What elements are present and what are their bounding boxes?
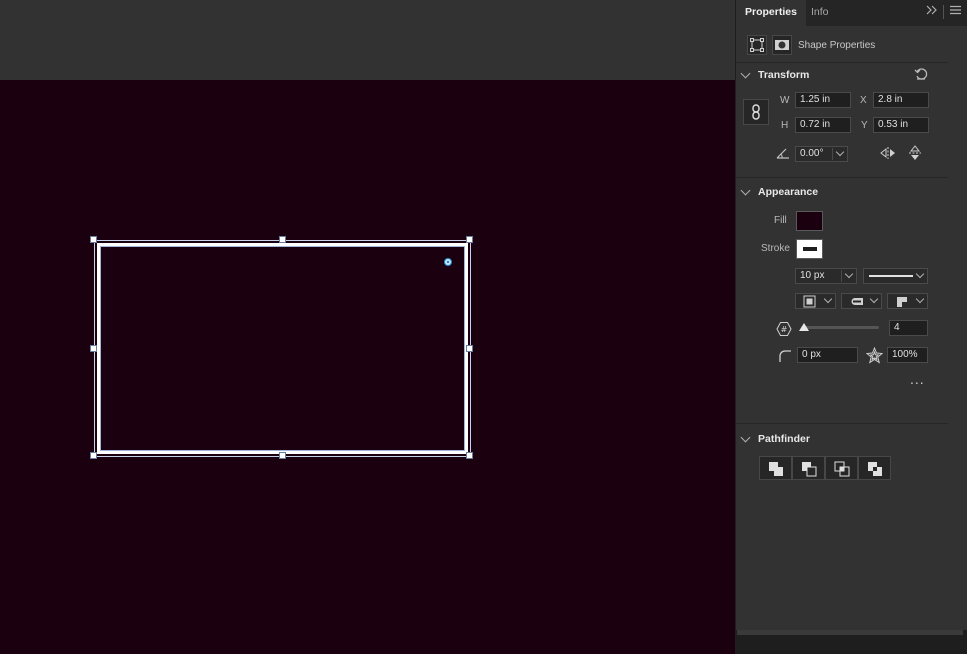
appearance-title: Appearance [758, 186, 819, 198]
stroke-width-value: 10 px [800, 270, 825, 281]
panel-scroll-area [735, 630, 967, 654]
chevron-down-icon [915, 269, 925, 279]
divider [736, 423, 948, 424]
handle-top-left[interactable] [90, 236, 97, 243]
height-input[interactable]: 0.72 in [795, 117, 851, 133]
double-chevron-right-icon[interactable] [926, 4, 938, 18]
rotation-angle-dropdown[interactable]: 0.00° [795, 146, 848, 162]
transform-title: Transform [758, 69, 810, 81]
handle-top-right[interactable] [466, 236, 473, 243]
x-input[interactable]: 2.8 in [873, 92, 929, 108]
chevron-down-icon [823, 294, 833, 304]
handle-bottom-left[interactable] [90, 452, 97, 459]
pathfinder-collapse-icon[interactable] [740, 432, 751, 443]
shape-mask-button[interactable] [772, 35, 792, 55]
polygon-sides-icon: # [776, 321, 792, 340]
rectangle-stroke [97, 243, 468, 454]
reset-transform-icon[interactable] [914, 67, 928, 84]
corner-radius-icon [778, 349, 792, 366]
flip-horizontal-icon[interactable] [880, 146, 896, 163]
handle-middle-right[interactable] [466, 345, 473, 352]
selected-rectangle[interactable] [94, 240, 471, 457]
rotation-angle-value: 0.00° [800, 148, 824, 159]
stroke-swatch[interactable] [796, 239, 823, 259]
transform-bounds-button[interactable] [747, 35, 767, 55]
chevron-down-icon [915, 294, 925, 304]
stroke-label: Stroke [761, 243, 790, 254]
y-input[interactable]: 0.53 in [873, 117, 929, 133]
corner-radius-input[interactable]: 0 px [797, 347, 858, 363]
more-options-icon[interactable]: ... [910, 371, 925, 387]
polygon-sides-slider[interactable] [801, 326, 879, 329]
constrain-proportions-button[interactable] [743, 99, 769, 125]
corner-radius-widget[interactable] [444, 258, 452, 266]
handle-middle-left[interactable] [90, 345, 97, 352]
divider [736, 62, 948, 63]
chain-link-icon [752, 104, 760, 120]
pathfinder-title: Pathfinder [758, 433, 810, 445]
angle-icon [776, 147, 790, 162]
handle-bottom-center[interactable] [279, 452, 286, 459]
stroke-cap-icon [851, 298, 863, 305]
minus-front-icon [802, 462, 817, 477]
y-label: Y [861, 120, 868, 131]
pathfinder-minus-front-button[interactable] [792, 456, 825, 480]
handle-top-center[interactable] [279, 236, 286, 243]
unite-icon [769, 462, 783, 476]
stroke-join-dropdown[interactable] [887, 293, 928, 309]
horizontal-scrollbar[interactable] [737, 630, 963, 635]
hamburger-menu-icon[interactable] [950, 4, 961, 18]
pathfinder-exclude-button[interactable] [858, 456, 891, 480]
appearance-collapse-icon[interactable] [740, 185, 751, 196]
fill-swatch[interactable] [796, 211, 823, 231]
width-input[interactable]: 1.25 in [795, 92, 851, 108]
star-ratio-icon [865, 346, 884, 367]
bounding-box-icon [750, 38, 764, 52]
stroke-join-icon [897, 297, 907, 307]
stroke-align-dropdown[interactable] [795, 293, 836, 309]
properties-panel: Properties Info Shape Properties Transfo… [735, 0, 967, 634]
tab-info[interactable]: Info [802, 0, 838, 26]
x-label: X [860, 95, 867, 106]
intersect-icon [834, 461, 850, 477]
chevron-down-icon [835, 147, 845, 157]
pathfinder-unite-button[interactable] [759, 456, 792, 480]
stroke-align-icon [803, 295, 816, 308]
height-label: H [781, 120, 789, 131]
pathfinder-intersect-button[interactable] [825, 456, 858, 480]
polygon-sides-input[interactable]: 4 [889, 320, 928, 336]
width-label: W [780, 95, 790, 106]
chevron-down-icon [844, 269, 854, 279]
shape-properties-label: Shape Properties [798, 40, 876, 51]
chevron-down-icon [869, 294, 879, 304]
stroke-style-dropdown[interactable] [863, 268, 928, 284]
slider-thumb[interactable] [799, 323, 809, 331]
stroke-cap-dropdown[interactable] [841, 293, 882, 309]
handle-bottom-right[interactable] [466, 452, 473, 459]
transform-collapse-icon[interactable] [740, 68, 751, 79]
stroke-width-dropdown[interactable]: 10 px [795, 268, 857, 284]
exclude-icon [868, 462, 882, 476]
fill-label: Fill [774, 215, 787, 226]
divider [736, 177, 948, 178]
svg-text:#: # [781, 325, 788, 334]
application-bar [0, 0, 735, 80]
star-ratio-input[interactable]: 100% [887, 347, 928, 363]
tab-properties[interactable]: Properties [736, 0, 806, 26]
mask-circle-icon [775, 40, 789, 50]
panel-tabs: Properties Info [736, 0, 967, 26]
flip-vertical-icon[interactable] [908, 145, 922, 164]
